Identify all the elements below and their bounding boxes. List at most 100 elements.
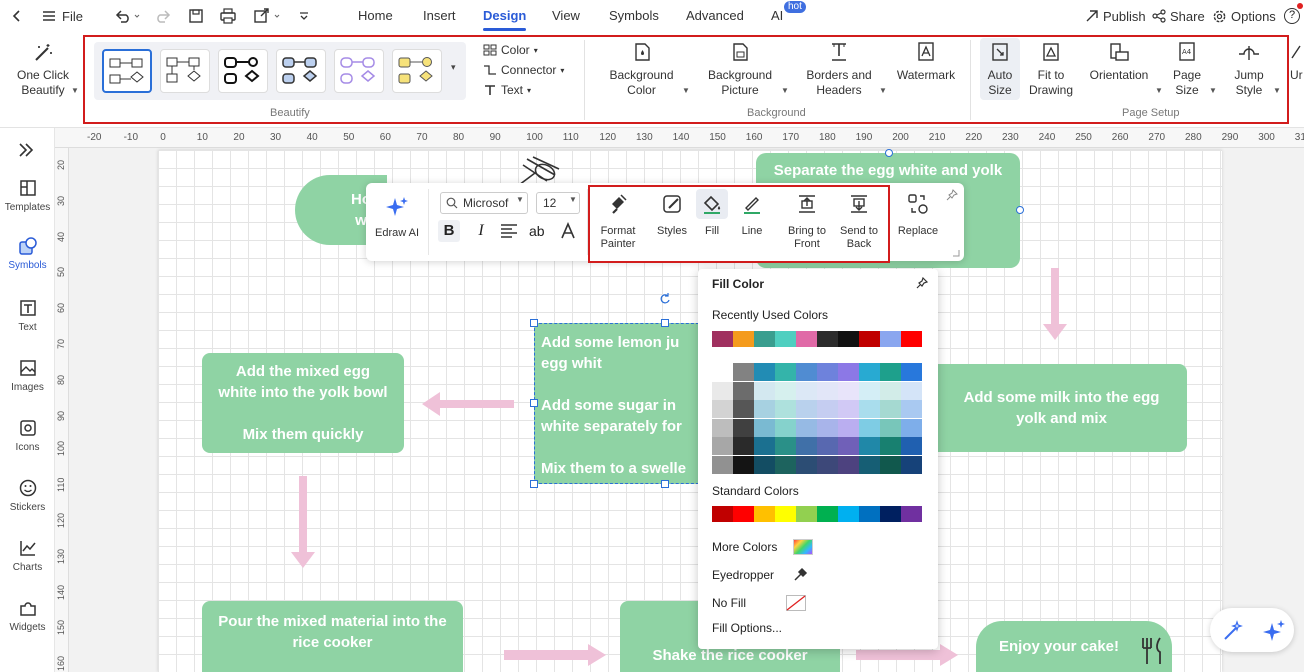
palette-color-swatch[interactable] — [775, 381, 796, 400]
palette-color-swatch[interactable] — [880, 437, 901, 456]
palette-color-swatch[interactable] — [880, 381, 901, 400]
standard-color-swatch[interactable] — [838, 506, 859, 522]
palette-color-swatch[interactable] — [880, 400, 901, 419]
palette-color-swatch[interactable] — [712, 363, 733, 381]
menu-advanced[interactable]: Advanced — [686, 0, 744, 32]
standard-color-swatch[interactable] — [901, 506, 922, 522]
sidebar-item-icons[interactable]: Icons — [0, 418, 55, 453]
palette-color-swatch[interactable] — [796, 381, 817, 400]
palette-color-swatch[interactable] — [901, 437, 922, 456]
back-icon[interactable] — [10, 0, 24, 32]
options-button[interactable]: Options — [1212, 0, 1276, 32]
sidebar-item-symbols[interactable]: Symbols — [0, 236, 55, 271]
palette-color-swatch[interactable] — [838, 437, 859, 456]
palette-color-swatch[interactable] — [901, 363, 922, 381]
align-icon[interactable] — [500, 223, 518, 239]
sidebar-item-stickers[interactable]: Stickers — [0, 478, 55, 513]
palette-color-swatch[interactable] — [859, 437, 880, 456]
palette-color-swatch[interactable] — [712, 400, 733, 419]
palette-color-swatch[interactable] — [754, 363, 775, 381]
palette-color-swatch[interactable] — [859, 456, 880, 474]
palette-color-swatch[interactable] — [775, 400, 796, 419]
redo-icon[interactable] — [156, 0, 172, 32]
palette-color-swatch[interactable] — [880, 363, 901, 381]
palette-color-swatch[interactable] — [817, 400, 838, 419]
palette-color-swatch[interactable] — [901, 381, 922, 400]
recent-color-swatch[interactable] — [880, 331, 901, 347]
recent-color-swatch[interactable] — [859, 331, 880, 347]
palette-color-swatch[interactable] — [733, 437, 754, 456]
undo-icon[interactable] — [114, 0, 140, 32]
standard-color-swatch[interactable] — [817, 506, 838, 522]
ai-magic-icon[interactable] — [1222, 620, 1244, 642]
palette-color-swatch[interactable] — [754, 418, 775, 437]
menu-home[interactable]: Home — [358, 0, 393, 32]
recent-color-swatch[interactable] — [901, 331, 922, 347]
selection-handle[interactable] — [1016, 206, 1024, 214]
palette-color-swatch[interactable] — [880, 456, 901, 474]
palette-color-swatch[interactable] — [796, 363, 817, 381]
palette-color-swatch[interactable] — [733, 381, 754, 400]
palette-color-swatch[interactable] — [796, 437, 817, 456]
palette-color-swatch[interactable] — [838, 418, 859, 437]
menu-design[interactable]: Design — [483, 0, 527, 32]
palette-color-swatch[interactable] — [859, 363, 880, 381]
palette-color-swatch[interactable] — [880, 418, 901, 437]
standard-color-swatch[interactable] — [733, 506, 754, 522]
sidebar-item-charts[interactable]: Charts — [0, 538, 55, 573]
fill-options-link[interactable]: Fill Options... — [712, 621, 782, 635]
palette-color-swatch[interactable] — [901, 456, 922, 474]
menu-ai[interactable]: AI — [771, 0, 783, 32]
palette-color-swatch[interactable] — [838, 456, 859, 474]
file-menu[interactable]: File — [42, 0, 83, 32]
recent-color-swatch[interactable] — [712, 331, 733, 347]
recent-color-swatch[interactable] — [796, 331, 817, 347]
bold-button[interactable]: B — [438, 220, 460, 242]
text-case-button[interactable]: ab — [529, 220, 545, 242]
palette-color-swatch[interactable] — [712, 381, 733, 400]
recent-color-swatch[interactable] — [775, 331, 796, 347]
palette-color-swatch[interactable] — [754, 381, 775, 400]
sidebar-item-widgets[interactable]: Widgets — [0, 598, 55, 633]
italic-button[interactable]: I — [470, 220, 492, 242]
palette-color-swatch[interactable] — [775, 456, 796, 474]
menu-symbols[interactable]: Symbols — [609, 0, 659, 32]
palette-color-swatch[interactable] — [796, 400, 817, 419]
palette-color-swatch[interactable] — [733, 363, 754, 381]
eyedropper-option[interactable]: Eyedropper — [712, 565, 832, 585]
beautify-dropdown-icon[interactable]: ▼ — [71, 86, 79, 95]
flow-node-milk[interactable]: Add some milk into the egg yolk and mix — [922, 364, 1187, 452]
selection-handle[interactable] — [661, 480, 669, 488]
standard-color-swatch[interactable] — [859, 506, 880, 522]
palette-color-swatch[interactable] — [754, 456, 775, 474]
share-button[interactable]: Share — [1152, 0, 1205, 32]
flow-node-mixed[interactable]: Add the mixed egg white into the yolk bo… — [202, 353, 404, 453]
palette-color-swatch[interactable] — [775, 418, 796, 437]
help-icon[interactable]: ? — [1284, 8, 1300, 24]
palette-color-swatch[interactable] — [754, 400, 775, 419]
standard-color-swatch[interactable] — [712, 506, 733, 522]
unit-button[interactable]: Ur — [1290, 42, 1304, 83]
palette-color-swatch[interactable] — [901, 418, 922, 437]
menu-insert[interactable]: Insert — [423, 0, 456, 32]
edraw-ai-button[interactable]: Edraw AI — [370, 195, 424, 240]
palette-color-swatch[interactable] — [859, 381, 880, 400]
palette-color-swatch[interactable] — [733, 418, 754, 437]
selection-handle[interactable] — [530, 480, 538, 488]
palette-color-swatch[interactable] — [754, 437, 775, 456]
export-icon[interactable] — [253, 0, 283, 32]
palette-color-swatch[interactable] — [817, 381, 838, 400]
palette-color-swatch[interactable] — [712, 437, 733, 456]
palette-color-swatch[interactable] — [796, 418, 817, 437]
replace-button[interactable]: Replace — [894, 193, 942, 238]
more-colors-option[interactable]: More Colors — [712, 537, 832, 557]
palette-color-swatch[interactable] — [817, 456, 838, 474]
ai-sparkle-icon[interactable] — [1262, 619, 1286, 643]
save-icon[interactable] — [188, 0, 204, 32]
pin-icon[interactable] — [946, 189, 958, 201]
recent-color-swatch[interactable] — [838, 331, 859, 347]
palette-color-swatch[interactable] — [733, 456, 754, 474]
one-click-beautify-button[interactable]: One Click Beautify — [12, 42, 74, 98]
standard-color-swatch[interactable] — [880, 506, 901, 522]
palette-color-swatch[interactable] — [775, 437, 796, 456]
